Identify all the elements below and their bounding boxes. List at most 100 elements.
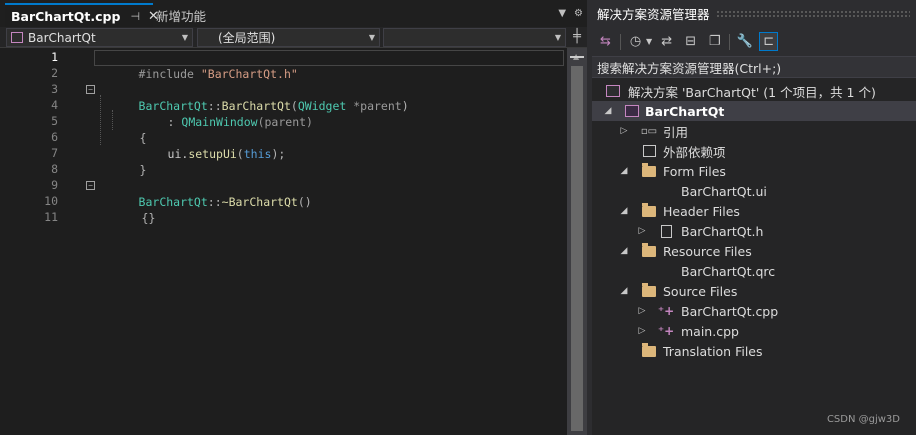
code-line: {} [100, 194, 156, 225]
expanded-icon[interactable]: ◢ [619, 286, 629, 296]
scrollbar-thumb[interactable] [571, 66, 583, 431]
line-number: 5 [51, 114, 58, 128]
collapsed-icon[interactable]: ▷ [637, 306, 647, 316]
code-line: BarChartQt::BarChartQt(QWidget *parent) [97, 82, 409, 113]
preview-selected-icon[interactable]: ⊏ [759, 32, 779, 51]
expanded-icon[interactable]: ◢ [619, 206, 629, 216]
line-number: 10 [44, 194, 58, 208]
scope-combo-value: (全局范围) [218, 31, 276, 45]
toolbar-separator [620, 33, 621, 50]
tree-item-solution[interactable]: 解决方案 'BarChartQt' (1 个项目，共 1 个) [592, 81, 916, 101]
line-number: 4 [51, 98, 58, 112]
document-tab-bar: BarChartQt.cpp ⊣ ✕ 新增功能 ▼ ⚙ [0, 0, 587, 27]
solution-explorer-toolbar: ⇆ ◷ ▼ ⇄ ⊟ ❐ 🔧 ⊏ [592, 27, 916, 56]
line-number: 1 [51, 50, 58, 64]
tree-item-translation-files[interactable]: Translation Files [592, 341, 916, 361]
tree-item-label: Translation Files [663, 343, 763, 359]
line-number: 3 [51, 82, 58, 96]
collapsed-icon[interactable]: ▷ [637, 326, 647, 336]
tree-item-header-files[interactable]: ◢ Header Files [592, 201, 916, 221]
vertical-scrollbar[interactable]: ▲ [567, 48, 587, 435]
references-icon: ▫▭ [640, 125, 658, 137]
line-number: 6 [51, 130, 58, 144]
tree-item-file[interactable]: BarChartQt.ui [592, 181, 916, 201]
expanded-icon[interactable]: ◢ [619, 246, 629, 256]
collapse-icon[interactable]: − [86, 85, 95, 94]
paren: ( [236, 147, 244, 161]
class-icon [11, 32, 23, 43]
tree-item-file[interactable]: ▷ ⁺+ BarChartQt.cpp [592, 301, 916, 321]
solution-explorer-search[interactable]: 搜索解决方案资源管理器(Ctrl+;) [592, 56, 916, 78]
collapsed-icon[interactable]: ▷ [619, 126, 629, 136]
line-number: 9 [51, 178, 58, 192]
show-all-files-icon[interactable]: ❐ [705, 32, 724, 51]
wrench-icon[interactable]: 🔧 [735, 32, 754, 51]
tab-label: BarChartQt.cpp [11, 8, 121, 24]
code-editor[interactable]: 1 2 3 4 5 6 7 8 9 10 11 − − #include "Ba… [0, 48, 567, 435]
tabbar-controls: ▼ ⚙ [558, 8, 583, 19]
tree-item-label: 外部依赖项 [663, 144, 726, 160]
search-placeholder: 搜索解决方案资源管理器(Ctrl+;) [597, 60, 782, 76]
tree-item-label: BarChartQt.cpp [681, 303, 779, 319]
tree-item-references[interactable]: ▷ ▫▭ 引用 [592, 121, 916, 141]
expanded-icon[interactable]: ◢ [619, 166, 629, 176]
class-combo-value: BarChartQt [28, 30, 96, 45]
folder-icon [641, 162, 657, 178]
tree-item-file[interactable]: ▷ ⁺+ main.cpp [592, 321, 916, 341]
code-line: { [98, 114, 147, 145]
editor-pane: BarChartQt.cpp ⊣ ✕ 新增功能 ▼ ⚙ BarChartQt ▼… [0, 0, 587, 435]
tree-item-source-files[interactable]: ◢ Source Files [592, 281, 916, 301]
tree-item-resource-files[interactable]: ◢ Resource Files [592, 241, 916, 261]
collapse-icon[interactable]: − [86, 181, 95, 190]
scope-combo[interactable]: (全局范围) ▼ [197, 28, 380, 47]
gear-icon[interactable]: ⚙ [574, 8, 583, 19]
expanded-icon[interactable]: ◢ [603, 106, 613, 116]
tree-item-label: Form Files [663, 163, 726, 179]
tree-item-label: BarChartQt.qrc [681, 263, 776, 279]
class-combo[interactable]: BarChartQt ▼ [6, 28, 193, 47]
tree-item-label: Header Files [663, 203, 740, 219]
pin-icon[interactable]: ⊣ [130, 10, 140, 23]
paren: () [297, 195, 312, 209]
function-name: setupUi [188, 147, 237, 161]
switch-views-icon[interactable]: ⇆ [596, 32, 615, 51]
tree-item-file[interactable]: ▷ BarChartQt.h [592, 221, 916, 241]
folder-icon [641, 202, 657, 218]
code-line: : QMainWindow(parent) [126, 98, 313, 129]
tree-item-label: BarChartQt.h [681, 223, 764, 239]
include-directive: #include [138, 67, 201, 81]
cpp-file-icon: ⁺+ [657, 324, 675, 338]
toolbar-separator [729, 33, 731, 50]
paren: ) [401, 99, 409, 113]
tree-item-label: main.cpp [681, 323, 739, 339]
chevron-down-icon[interactable]: ▼ [646, 37, 652, 46]
tree-item-label: Source Files [663, 283, 738, 299]
dropdown-icon[interactable]: ▼ [558, 8, 566, 19]
pending-changes-icon[interactable]: ◷ [626, 32, 645, 51]
split-window-icon[interactable]: ╪ [573, 29, 581, 44]
tree-item-label: BarChartQt [645, 103, 725, 119]
function-name: ~BarChartQt [221, 195, 298, 209]
chevron-down-icon: ▼ [554, 33, 561, 42]
collapsed-icon[interactable]: ▷ [637, 226, 647, 236]
tab-new-features[interactable]: 新增功能 [150, 3, 212, 27]
paren: ); [271, 147, 286, 161]
folder-icon [641, 282, 657, 298]
collapse-all-icon[interactable]: ⊟ [681, 32, 700, 51]
title-grip [715, 9, 910, 18]
tree-item-file[interactable]: BarChartQt.qrc [592, 261, 916, 281]
member-combo[interactable]: ▼ [383, 28, 566, 47]
chevron-down-icon: ▼ [368, 33, 375, 42]
tree-item-form-files[interactable]: ◢ Form Files [592, 161, 916, 181]
folder-icon [641, 242, 657, 258]
tab-barchartqt-cpp[interactable]: BarChartQt.cpp ⊣ ✕ [5, 3, 159, 27]
line-number: 8 [51, 162, 58, 176]
init-colon: : [167, 115, 182, 129]
keyword: this [243, 147, 272, 161]
tab-label: 新增功能 [156, 8, 207, 24]
panel-title: 解决方案资源管理器 [597, 7, 710, 22]
tree-item-external-dependencies[interactable]: 外部依赖项 [592, 141, 916, 161]
sync-icon[interactable]: ⇄ [657, 32, 676, 51]
tree-item-project[interactable]: ◢ BarChartQt [592, 101, 916, 121]
project-icon [624, 104, 640, 118]
